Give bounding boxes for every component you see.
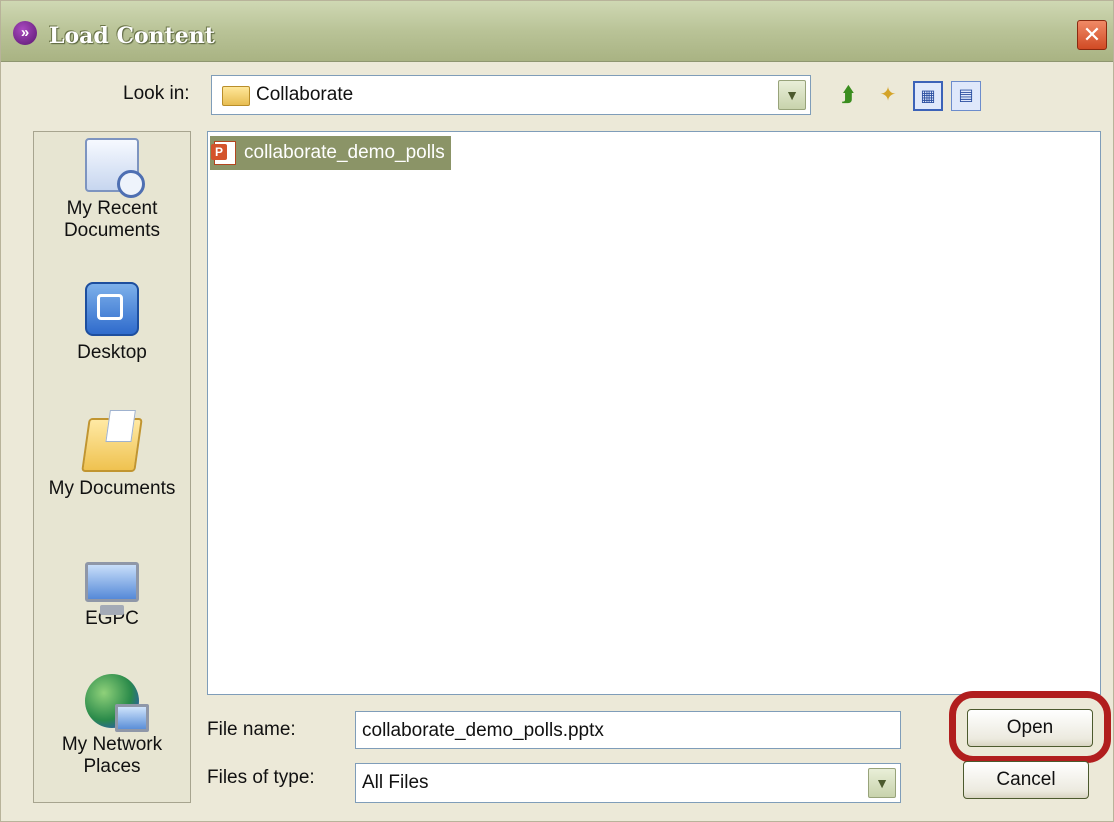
list-view-icon[interactable]: ▦ — [913, 81, 943, 111]
place-label: My Network Places — [61, 734, 163, 777]
list-item[interactable]: collaborate_demo_polls — [210, 136, 451, 170]
file-name-input[interactable]: collaborate_demo_polls.pptx — [355, 711, 901, 749]
look-in-dropdown[interactable]: Collaborate ▼ — [211, 75, 811, 115]
load-content-dialog: » Load Content ✕ Look in: Collaborate ▼ … — [0, 0, 1114, 822]
dialog-title: Load Content — [49, 23, 215, 49]
place-label: Desktop — [77, 342, 147, 363]
details-view-icon[interactable]: ▤ — [951, 81, 981, 111]
powerpoint-file-icon — [211, 141, 236, 165]
file-item-name: collaborate_demo_polls — [244, 142, 445, 163]
recent-documents-icon — [85, 138, 145, 198]
cancel-button[interactable]: Cancel — [963, 761, 1089, 799]
collaborate-app-icon: » — [13, 21, 37, 45]
place-desktop[interactable]: Desktop — [34, 282, 190, 364]
place-label: My Documents — [48, 478, 176, 499]
place-my-documents[interactable]: My Documents — [34, 418, 190, 500]
chevron-down-icon[interactable]: ▼ — [778, 80, 806, 110]
open-button-highlight-annotation — [949, 691, 1111, 763]
computer-icon — [85, 562, 139, 615]
desktop-icon — [85, 282, 139, 336]
network-places-icon — [85, 674, 149, 732]
files-of-type-value: All Files — [362, 772, 429, 793]
place-label: My Recent Documents — [63, 198, 161, 241]
files-of-type-label: Files of type: — [207, 767, 315, 788]
up-one-level-icon[interactable]: ⮭ — [833, 81, 863, 111]
close-button[interactable]: ✕ — [1077, 20, 1107, 50]
places-bar: My Recent Documents Desktop My Documents… — [33, 131, 191, 803]
my-documents-icon — [81, 418, 143, 472]
file-name-value: collaborate_demo_polls.pptx — [362, 720, 604, 741]
files-of-type-dropdown[interactable]: All Files ▼ — [355, 763, 901, 803]
file-list[interactable]: collaborate_demo_polls — [207, 131, 1101, 695]
folder-icon — [222, 86, 250, 106]
place-my-network-places[interactable]: My Network Places — [34, 674, 190, 778]
place-egpc[interactable]: EGPC — [34, 554, 190, 630]
look-in-label: Look in: — [123, 83, 190, 104]
chevron-down-icon[interactable]: ▼ — [868, 768, 896, 798]
create-new-folder-icon[interactable]: ✦ — [873, 81, 903, 111]
file-name-label: File name: — [207, 719, 296, 740]
title-bar[interactable]: » Load Content ✕ — [1, 1, 1113, 62]
look-in-value: Collaborate — [256, 84, 354, 105]
place-my-recent-documents[interactable]: My Recent Documents — [34, 138, 190, 242]
